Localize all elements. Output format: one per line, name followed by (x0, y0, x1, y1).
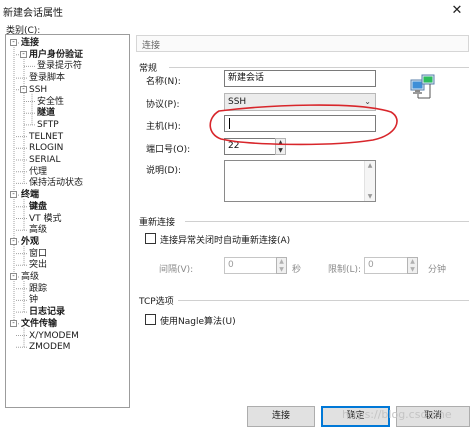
close-button[interactable]: ✕ (440, 0, 474, 22)
interval-unit: 秒 (292, 265, 302, 275)
tree-item[interactable]: 用户身份验证 (29, 49, 83, 61)
limit-unit: 分钟 (428, 265, 447, 275)
tree-item[interactable]: 日志记录 (29, 306, 65, 318)
port-input[interactable]: 22 (224, 138, 276, 155)
reconnect-group-line (185, 221, 469, 222)
tcp-group-title: TCP选项 (139, 294, 177, 307)
tree-item[interactable]: 钟 (29, 294, 38, 306)
spin-up-icon[interactable]: ▲ (277, 258, 286, 266)
watermark: https://blog.csdn.ne (342, 408, 452, 421)
general-group-title: 常规 (139, 61, 161, 74)
description-label: 说明(D): (146, 166, 181, 176)
nagle-label: 使用Nagle算法(U) (160, 317, 236, 327)
category-tree[interactable]: 连接 - 用户身份验证 - 登录提示符 登录脚本 SSH - 安全性 隧道 SFTP TELNET RL… (5, 34, 130, 408)
tree-item[interactable]: 保持活动状态 (29, 177, 83, 189)
name-label: 名称(N): (146, 77, 181, 87)
network-computers-icon (410, 74, 435, 99)
scroll-up-icon[interactable]: ▲ (365, 162, 375, 169)
spin-up-icon[interactable]: ▲ (276, 139, 285, 147)
collapse-toggle-icon[interactable]: - (20, 50, 27, 58)
collapse-toggle-icon[interactable]: - (10, 237, 17, 245)
description-textarea[interactable]: ▲ ▼ (224, 160, 376, 202)
chevron-down-icon: ⌄ (364, 97, 371, 106)
tree-item[interactable]: ZMODEM (29, 341, 70, 353)
tree-item[interactable]: RLOGIN (29, 142, 63, 154)
tree-item[interactable]: 文件传输 (21, 318, 57, 330)
tree-item[interactable]: 高级 (21, 271, 39, 283)
scroll-down-icon[interactable]: ▼ (365, 193, 375, 200)
reconnect-group-title: 重新连接 (139, 215, 179, 228)
tree-item[interactable]: 登录脚本 (29, 72, 65, 84)
protocol-select[interactable]: SSH ⌄ (224, 93, 376, 111)
panel-header-title: 连接 (142, 41, 161, 51)
tree-item[interactable]: 窗口 (29, 248, 47, 260)
tree-item[interactable]: SERIAL (29, 154, 60, 166)
tree-item[interactable]: X/YMODEM (29, 330, 79, 342)
auto-reconnect-checkbox[interactable] (145, 233, 156, 244)
host-input[interactable] (224, 115, 376, 132)
spin-down-icon[interactable]: ▼ (408, 266, 417, 274)
tree-item[interactable]: 安全性 (37, 96, 64, 108)
tree-item[interactable]: 代理 (29, 166, 47, 178)
spin-down-icon[interactable]: ▼ (277, 266, 286, 274)
limit-label: 限制(L): (328, 265, 362, 275)
port-spinner[interactable]: ▲ ▼ (275, 138, 286, 155)
collapse-toggle-icon[interactable]: - (10, 273, 17, 280)
collapse-toggle-icon[interactable]: - (10, 39, 17, 46)
general-group-line (169, 67, 469, 68)
interval-spinner[interactable]: ▲ ▼ (276, 257, 287, 274)
interval-input[interactable]: 0 (224, 257, 277, 274)
tree-item[interactable]: 高级 (29, 224, 47, 236)
title-bar: 新建会话属性 ✕ (0, 0, 474, 22)
text-caret (229, 118, 230, 129)
spin-up-icon[interactable]: ▲ (408, 258, 417, 266)
interval-label: 间隔(V): (159, 265, 194, 275)
protocol-select-value: SSH (228, 97, 247, 107)
tree-item[interactable]: 连接 (21, 37, 39, 49)
limit-input[interactable]: 0 (364, 257, 408, 274)
auto-reconnect-label: 连接异常关闭时自动重新连接(A) (160, 236, 291, 246)
tree-item[interactable]: SFTP (37, 119, 59, 131)
panel-header: 连接 (136, 35, 469, 52)
tree-item[interactable]: 跟踪 (29, 283, 47, 295)
nagle-checkbox[interactable] (145, 314, 156, 325)
connect-button[interactable]: 连接 (247, 406, 315, 427)
tree-item[interactable]: 终端 (21, 189, 39, 201)
tree-item[interactable]: 登录提示符 (37, 60, 82, 72)
collapse-toggle-icon[interactable]: - (10, 191, 17, 199)
collapse-toggle-icon[interactable]: - (10, 319, 17, 327)
tree-item[interactable]: 外观 (21, 236, 39, 248)
host-label: 主机(H): (146, 122, 181, 132)
limit-spinner[interactable]: ▲ ▼ (407, 257, 418, 274)
tcp-group-line (178, 300, 469, 301)
tree-item[interactable]: 隧道 (37, 107, 55, 119)
name-input[interactable]: 新建会话 (224, 70, 376, 87)
window-title: 新建会话属性 (3, 8, 63, 19)
tree-item[interactable]: 突出 (29, 259, 47, 271)
tree-item[interactable]: SSH (29, 84, 47, 96)
protocol-label: 协议(P): (146, 100, 180, 110)
tree-item[interactable]: VT 模式 (29, 213, 62, 225)
tree-item[interactable]: TELNET (29, 131, 63, 143)
collapse-toggle-icon[interactable]: - (20, 85, 27, 93)
port-label: 端口号(O): (146, 145, 191, 155)
spin-down-icon[interactable]: ▼ (276, 147, 285, 155)
tree-item[interactable]: 键盘 (29, 201, 47, 213)
description-scrollbar[interactable]: ▲ ▼ (364, 161, 375, 201)
